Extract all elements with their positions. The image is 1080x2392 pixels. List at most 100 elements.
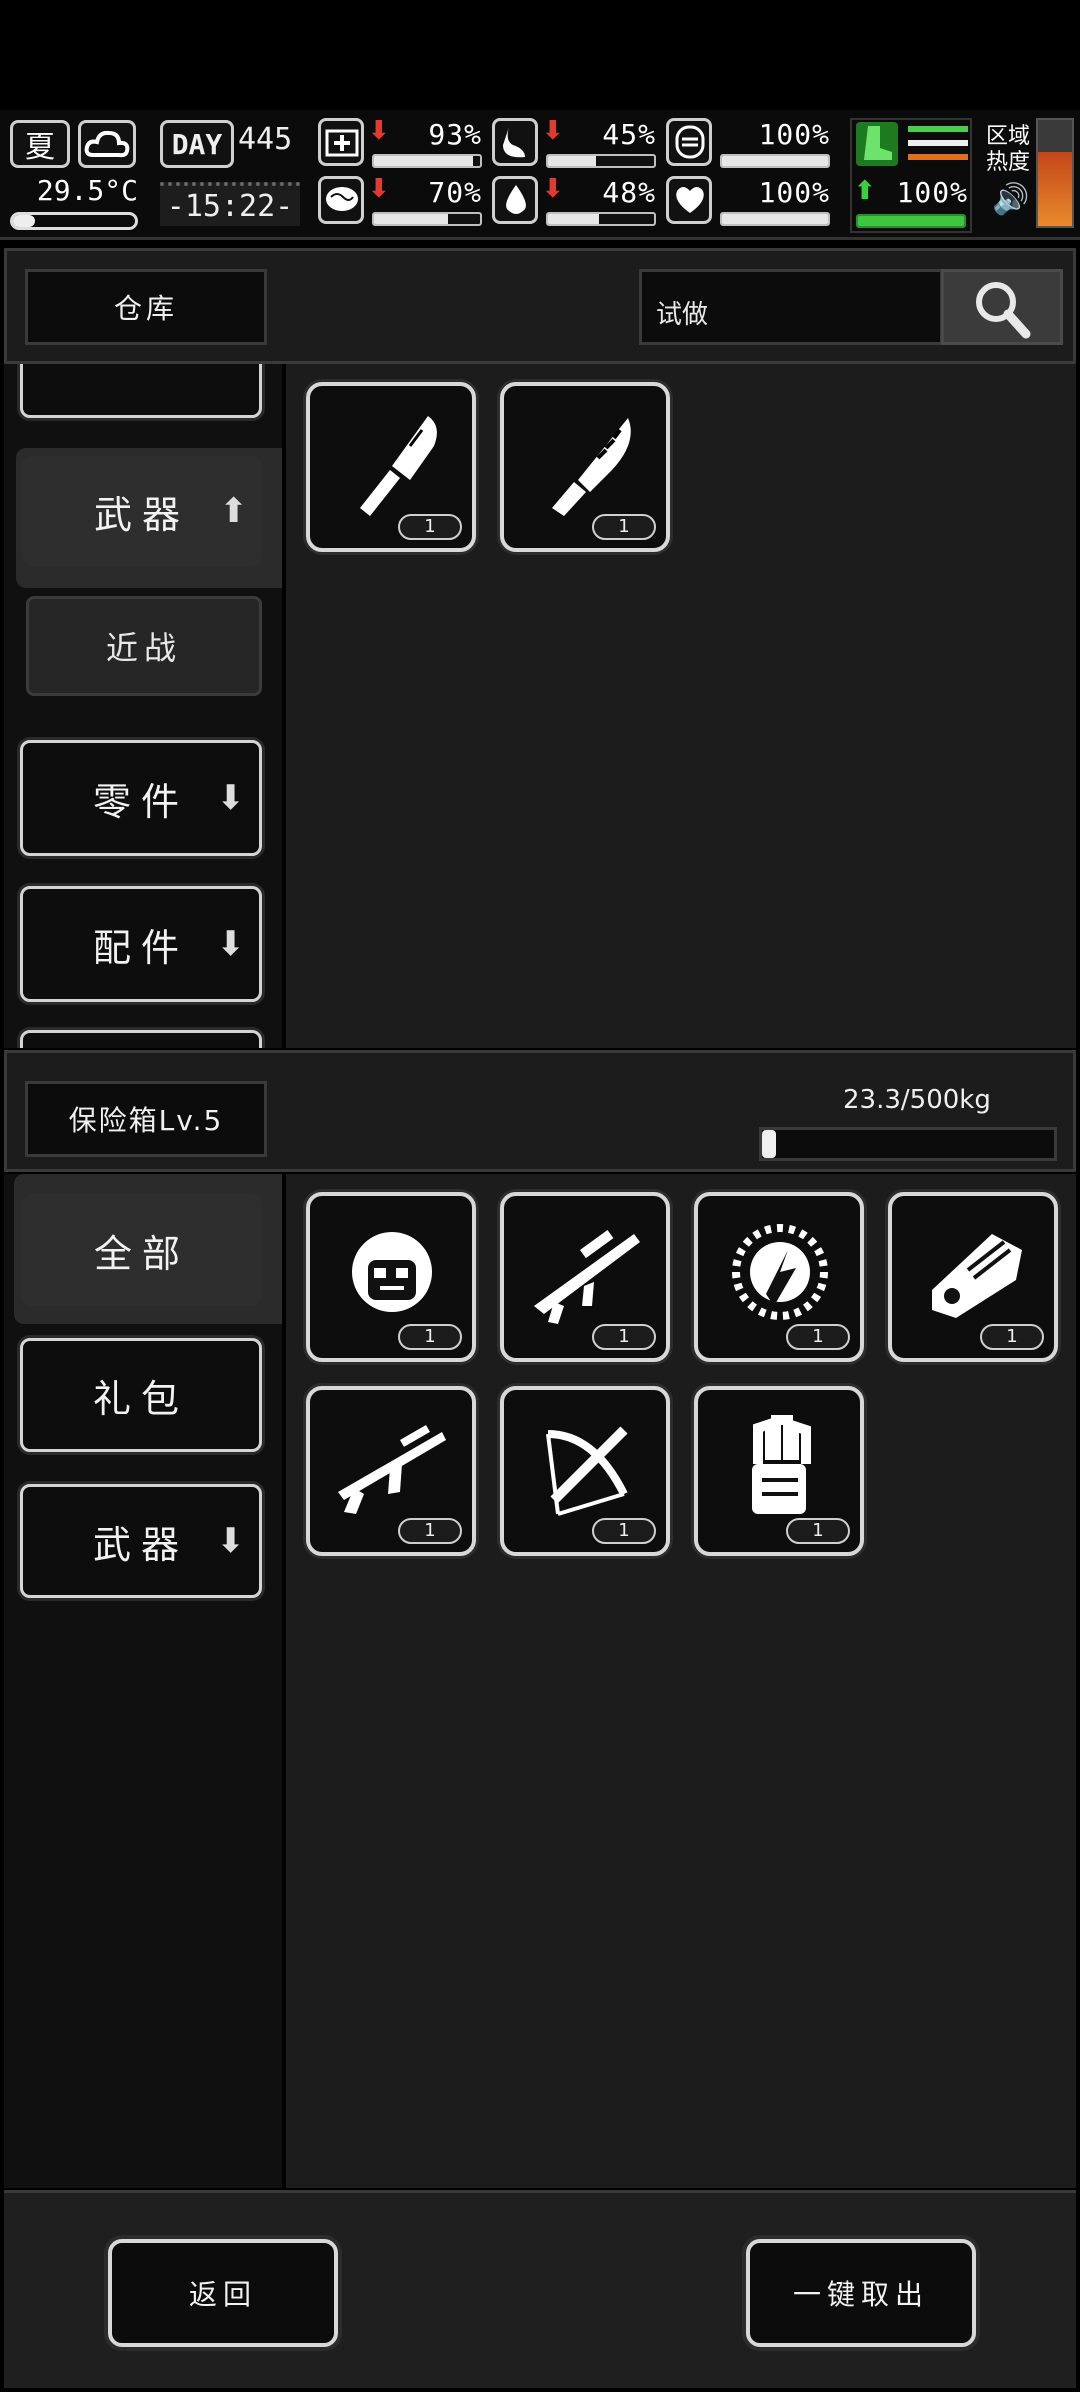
status-hud: 夏 29.5°C DAY 445 -15:22- ⬇ 93% ⬇ 45% 100% ⬇ 70… xyxy=(0,110,1080,240)
inventory-item[interactable]: 1 xyxy=(694,1192,864,1362)
stat-percent: 100% xyxy=(758,118,830,151)
safe-header: 保险箱Lv.5 23.3/500kg xyxy=(4,1050,1076,1172)
stat-percent: 70% xyxy=(428,176,482,209)
category-parts[interactable]: 零件 ⬇ xyxy=(20,740,262,856)
inventory-item[interactable]: 1 xyxy=(888,1192,1058,1362)
search-icon xyxy=(976,282,1031,339)
inventory-item[interactable]: 1 xyxy=(306,1386,476,1556)
category-label: 礼包 xyxy=(92,1376,189,1421)
inventory-item[interactable]: 1 xyxy=(500,1192,670,1362)
cloud-icon xyxy=(78,120,136,168)
warehouse-title: 仓库 xyxy=(25,269,267,345)
category-label: 武器 xyxy=(92,1522,189,1567)
game-clock: -15:22- xyxy=(160,182,300,226)
arrow-down-icon: ⬇ xyxy=(216,778,246,818)
category-weapons[interactable]: 武器 ⬇ xyxy=(20,1484,262,1598)
day-number: 445 xyxy=(238,122,293,157)
category-weapons[interactable]: 武器 ⬆ xyxy=(22,456,262,566)
arrow-down-icon: ⬇ xyxy=(216,924,246,964)
safe-items-grid: 1 1 1 1 1 1 1 xyxy=(286,1174,1076,2188)
stat-percent: 48% xyxy=(602,176,656,209)
stat-bar xyxy=(372,154,482,168)
combat-knife-icon xyxy=(552,418,631,516)
stat-percent: 45% xyxy=(602,118,656,151)
power-gauntlet-icon xyxy=(752,1415,811,1514)
zone-heat-label: 区域热度 xyxy=(986,124,1031,175)
thermometer-icon xyxy=(10,212,138,230)
safe-title: 保险箱Lv.5 xyxy=(25,1081,267,1157)
inventory-item[interactable]: 1 xyxy=(306,382,476,552)
category-all[interactable]: 全部 xyxy=(22,1194,262,1306)
arrow-up-icon: ⬆ xyxy=(219,491,249,531)
speaker-icon[interactable]: 🔊 xyxy=(992,182,1029,217)
safe-weight-text: 23.3/500kg xyxy=(843,1085,991,1115)
safe-weight-bar xyxy=(759,1127,1057,1161)
stat-shield: 100% xyxy=(666,118,834,174)
day-label-box: DAY xyxy=(160,120,234,168)
stat-bar xyxy=(372,212,482,226)
armor-plate-icon xyxy=(932,1234,1022,1318)
stat-percent: 100% xyxy=(758,176,830,209)
category-label: 礼包 xyxy=(93,364,189,368)
item-count: 1 xyxy=(398,1324,462,1350)
item-count: 1 xyxy=(980,1324,1044,1350)
stat-bar xyxy=(720,154,830,168)
brain-icon xyxy=(318,176,364,224)
inventory-item[interactable]: 1 xyxy=(694,1386,864,1556)
take-all-button[interactable]: 一键取出 xyxy=(746,2239,976,2347)
mask-badge-icon xyxy=(352,1232,432,1312)
item-count: 1 xyxy=(592,1324,656,1350)
stamina-percent: 100% xyxy=(896,176,968,209)
subcategory-melee[interactable]: 近战 xyxy=(26,596,262,696)
stomach-icon xyxy=(492,118,538,166)
warehouse-items-grid: 11 xyxy=(286,364,1076,1048)
stamina-up-arrow: ⬆ xyxy=(854,176,876,206)
arrow-down-icon: ⬇ xyxy=(216,1521,246,1561)
season-label: 夏 xyxy=(25,130,55,165)
inventory-item[interactable]: 1 xyxy=(500,382,670,552)
item-count: 1 xyxy=(786,1324,850,1350)
shield-icon xyxy=(666,118,712,166)
back-button[interactable]: 返回 xyxy=(108,2239,338,2347)
crossbow-icon xyxy=(546,1426,628,1516)
category-label: 零件 xyxy=(92,779,189,824)
boot-icon xyxy=(856,122,898,166)
stat-bar xyxy=(720,212,830,226)
category-label: 配件 xyxy=(92,925,189,970)
heat-meter xyxy=(1036,118,1074,228)
item-count: 1 xyxy=(398,1518,462,1544)
stat-percent: 93% xyxy=(428,118,482,151)
temperature-readout: 29.5°C xyxy=(36,174,138,207)
safe-category-list: 全部 礼包 武器 ⬇ xyxy=(4,1174,282,2188)
category-label: 武器 xyxy=(93,492,190,537)
stat-bar xyxy=(546,154,656,168)
footer-bar: 返回 一键取出 xyxy=(4,2190,1076,2388)
warehouse-category-list: 礼包 武器 ⬆ 近战 零件 ⬇ 配件 ⬇ xyxy=(4,364,282,1048)
sniper-rifle-icon xyxy=(534,1230,640,1324)
season-badge: 夏 xyxy=(10,120,70,168)
search-button[interactable] xyxy=(941,269,1063,345)
stat-stomach: ⬇ 45% xyxy=(492,116,660,174)
energy-shard-icon xyxy=(732,1224,828,1320)
serrated-cleaver-icon xyxy=(360,416,437,516)
stat-heart: 100% xyxy=(666,176,834,232)
item-count: 1 xyxy=(398,514,462,540)
inventory-item[interactable]: 1 xyxy=(500,1386,670,1556)
stat-medkit: ⬇ 93% xyxy=(318,116,486,174)
stat-bar xyxy=(546,212,656,226)
category-more[interactable] xyxy=(20,1030,262,1048)
search-input[interactable]: 试做 xyxy=(639,269,943,345)
medkit-icon xyxy=(318,118,364,166)
day-label: DAY xyxy=(171,127,223,161)
water-drop-icon xyxy=(492,176,538,224)
category-label: 全部 xyxy=(93,1231,190,1276)
heart-icon xyxy=(666,176,712,224)
category-accessories[interactable]: 配件 ⬇ xyxy=(20,886,262,1002)
stat-brain: ⬇ 70% xyxy=(318,174,486,232)
item-count: 1 xyxy=(592,1518,656,1544)
category-gifts[interactable]: 礼包 xyxy=(20,364,262,418)
category-gifts[interactable]: 礼包 xyxy=(20,1338,262,1452)
inventory-item[interactable]: 1 xyxy=(306,1192,476,1362)
stamina-panel: ⬆ 100% xyxy=(850,118,972,233)
assault-rifle-icon xyxy=(338,1425,446,1514)
